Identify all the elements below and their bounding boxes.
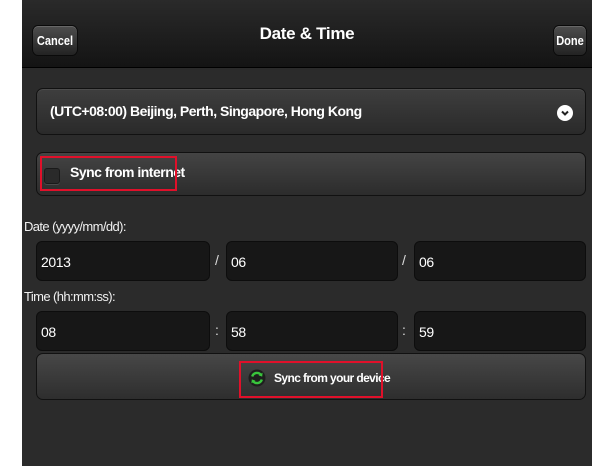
month-field[interactable]: 06 (226, 241, 398, 281)
date-time-panel: Cancel Date & Time Done (UTC+08:00) Beij… (22, 0, 592, 466)
timezone-select[interactable]: (UTC+08:00) Beijing, Perth, Singapore, H… (36, 88, 586, 135)
date-separator: / (215, 252, 219, 268)
hour-field[interactable]: 08 (36, 311, 210, 351)
time-label: Time (hh:mm:ss): (24, 289, 116, 304)
time-separator: : (402, 322, 406, 338)
chevron-down-icon (557, 105, 573, 121)
date-label: Date (yyyy/mm/dd): (24, 219, 126, 234)
second-field[interactable]: 59 (414, 311, 586, 351)
done-button[interactable]: Done (553, 25, 587, 56)
day-field[interactable]: 06 (414, 241, 586, 281)
date-separator: / (402, 252, 406, 268)
page-title: Date & Time (259, 24, 355, 43)
header-bar: Cancel Date & Time Done (22, 0, 592, 68)
timezone-selected-value: (UTC+08:00) Beijing, Perth, Singapore, H… (50, 103, 362, 119)
year-field[interactable]: 2013 (36, 241, 210, 281)
sync-device-highlight (239, 361, 383, 398)
time-separator: : (215, 322, 219, 338)
sync-internet-highlight (40, 156, 177, 191)
minute-field[interactable]: 58 (226, 311, 398, 351)
